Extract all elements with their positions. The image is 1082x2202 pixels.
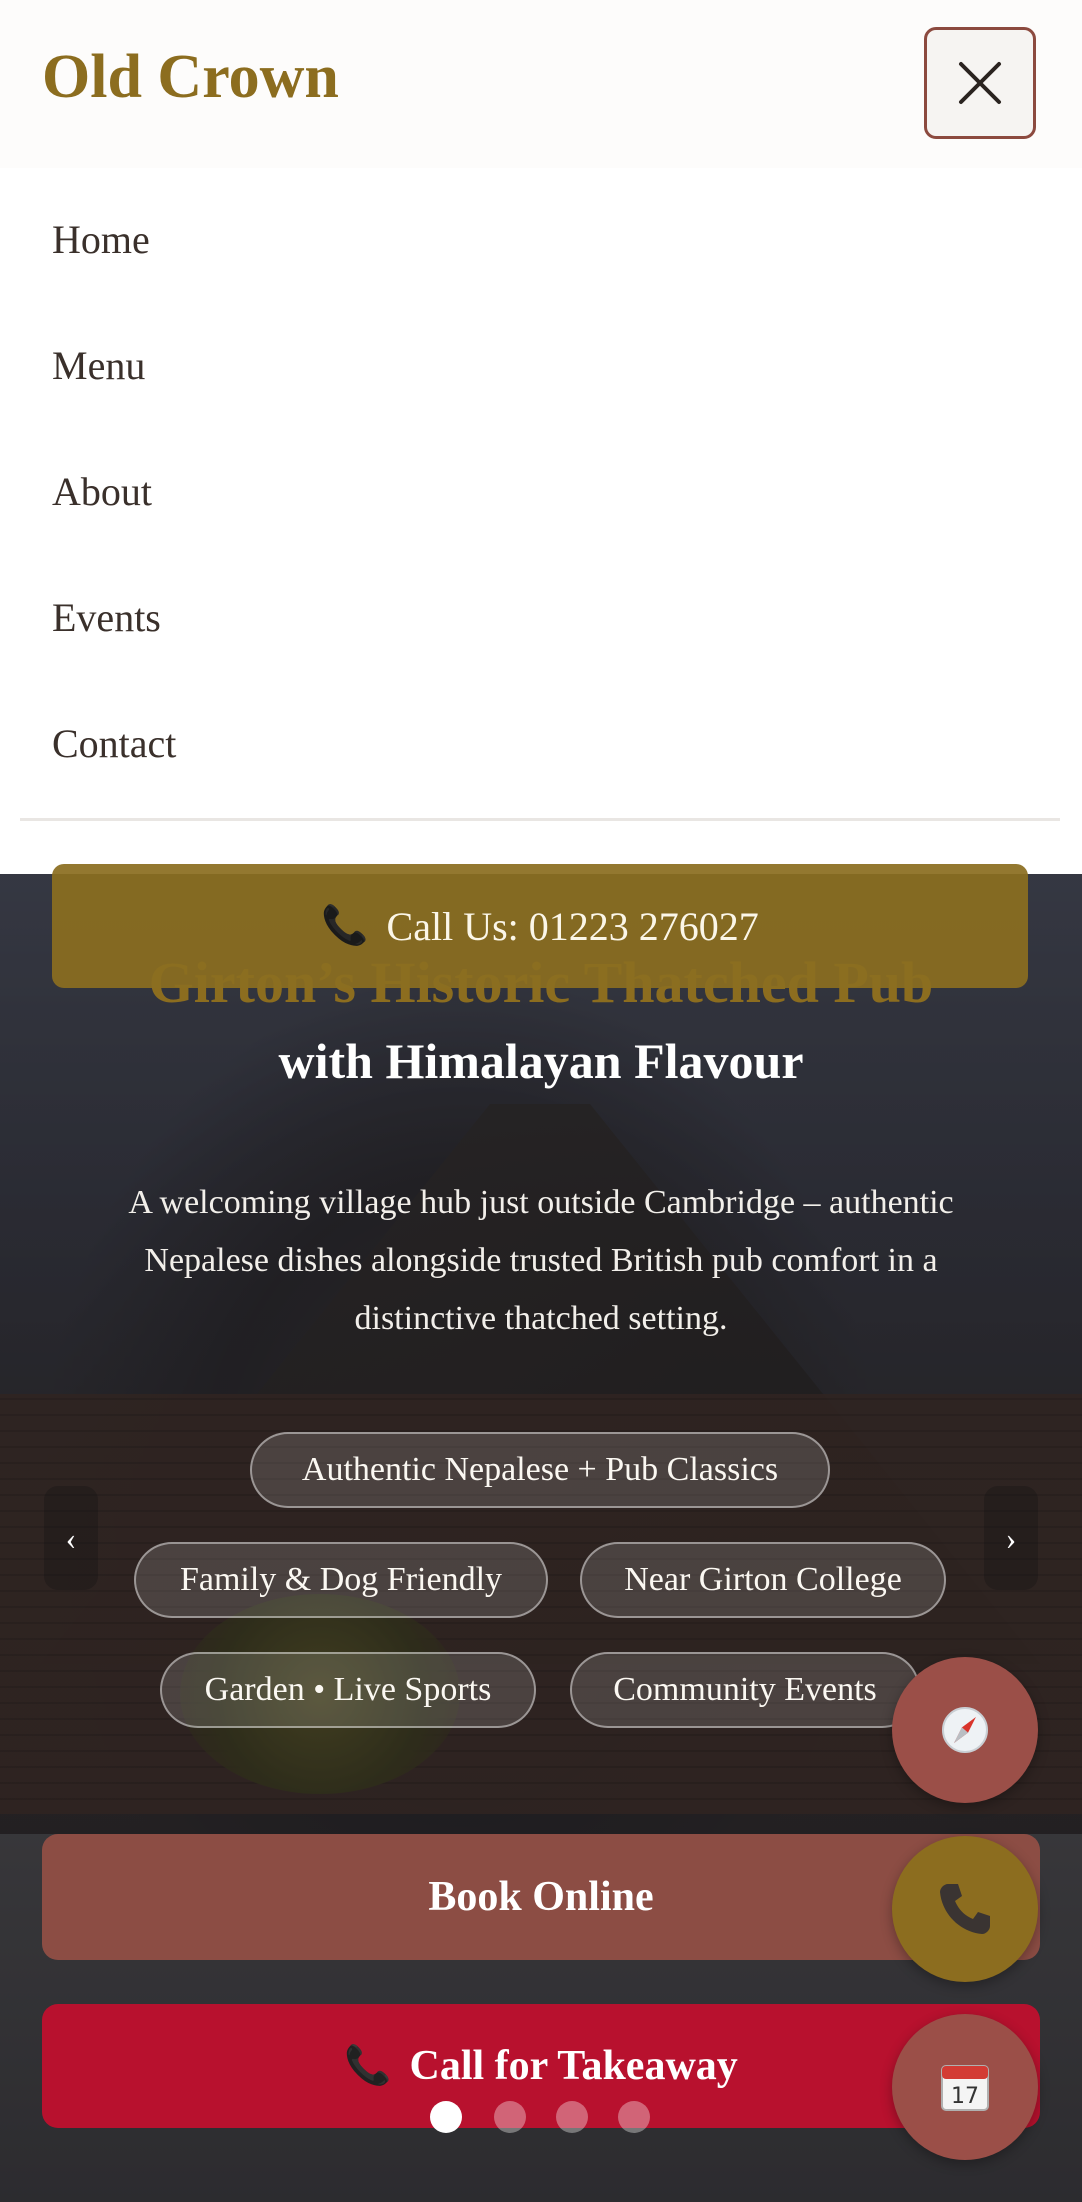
directions-fab[interactable] bbox=[892, 1657, 1038, 1803]
feature-chip: Community Events bbox=[570, 1652, 920, 1728]
carousel-prev-button[interactable]: ‹ bbox=[44, 1486, 98, 1590]
call-us-bar[interactable]: 📞 Call Us: 01223 276027 bbox=[52, 864, 1028, 988]
carousel-dot-4[interactable] bbox=[618, 2101, 650, 2133]
nav-item-about[interactable]: About bbox=[52, 472, 152, 512]
feature-chip: Near Girton College bbox=[580, 1542, 946, 1618]
call-fab[interactable] bbox=[892, 1836, 1038, 1982]
call-for-takeaway-button[interactable]: 📞 Call for Takeaway bbox=[42, 2004, 1040, 2128]
nav-item-contact[interactable]: Contact bbox=[52, 724, 176, 764]
phone-icon: 📞 bbox=[344, 2045, 392, 2087]
hero-subtitle: with Himalayan Flavour bbox=[278, 1033, 804, 1089]
carousel-dot-1[interactable] bbox=[430, 2101, 462, 2133]
phone-icon: 📞 bbox=[321, 905, 369, 947]
book-online-label: Book Online bbox=[428, 1874, 654, 1920]
chevron-left-icon: ‹ bbox=[65, 1519, 77, 1556]
mobile-nav-menu: Home Menu About Events Contact bbox=[0, 168, 1082, 874]
feature-chip: Authentic Nepalese + Pub Classics bbox=[250, 1432, 830, 1508]
compass-icon bbox=[942, 1707, 988, 1753]
nav-item-home[interactable]: Home bbox=[52, 220, 150, 260]
call-us-label: Call Us: 01223 276027 bbox=[386, 903, 759, 949]
phone-icon bbox=[940, 1884, 990, 1934]
carousel-next-button[interactable]: › bbox=[984, 1486, 1038, 1590]
carousel-dot-3[interactable] bbox=[556, 2101, 588, 2133]
feature-chip: Garden • Live Sports bbox=[160, 1652, 536, 1728]
hero-carousel: Girton’s Historic Thatched Pub with Hima… bbox=[0, 874, 1082, 2202]
calendar-icon: 17 bbox=[941, 2065, 989, 2111]
svg-text:17: 17 bbox=[951, 2084, 979, 2109]
site-logo[interactable]: Old Crown bbox=[42, 46, 339, 108]
carousel-dot-2[interactable] bbox=[494, 2101, 526, 2133]
book-online-button[interactable]: Book Online bbox=[42, 1834, 1040, 1960]
nav-item-events[interactable]: Events bbox=[52, 598, 161, 638]
site-header: Old Crown bbox=[0, 0, 1082, 168]
nav-item-menu[interactable]: Menu bbox=[52, 346, 145, 386]
feature-chip: Family & Dog Friendly bbox=[134, 1542, 548, 1618]
booking-calendar-fab[interactable]: 17 bbox=[892, 2014, 1038, 2160]
nav-divider bbox=[20, 818, 1060, 821]
chevron-right-icon: › bbox=[1005, 1519, 1017, 1556]
hero-description: A welcoming village hub just outside Cam… bbox=[128, 1184, 954, 1337]
close-icon bbox=[959, 62, 1001, 104]
close-menu-button[interactable] bbox=[924, 27, 1036, 139]
call-for-takeaway-label: Call for Takeaway bbox=[409, 2043, 738, 2089]
